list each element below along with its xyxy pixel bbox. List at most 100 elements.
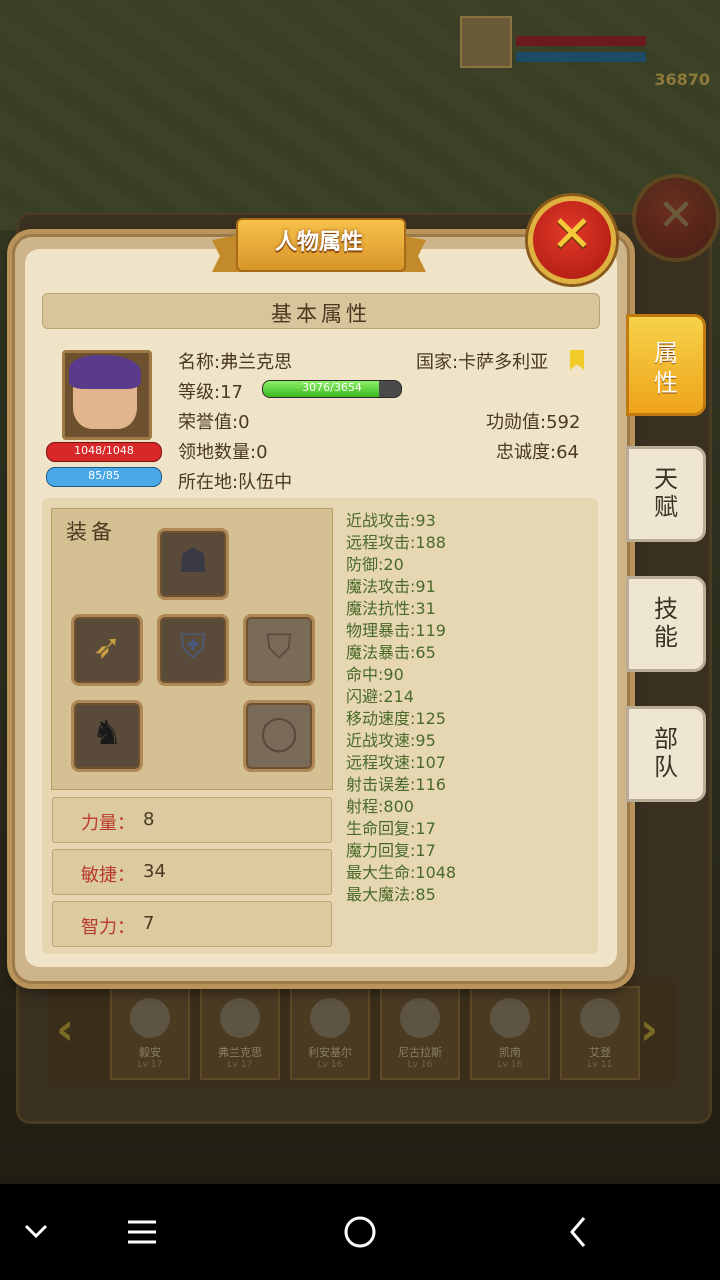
roster-name: 利安基尔 (308, 1046, 352, 1059)
attr-value: 8 (143, 809, 155, 830)
equip-slot-horse[interactable]: ♞ (71, 700, 143, 772)
mp-bar: 85/85 (46, 467, 162, 487)
stat-line: 最大魔法:85 (346, 885, 436, 904)
roster-slot[interactable]: 弗兰克思 Lv 17 (200, 986, 280, 1080)
roster-slot[interactable]: 利安基尔 Lv 16 (290, 986, 370, 1080)
tab-label-bottom: 赋 (654, 493, 678, 521)
tab-talents[interactable]: 天 赋 (626, 446, 706, 542)
tab-label-bottom: 队 (654, 753, 678, 781)
stat-line: 近战攻击:93 (346, 511, 436, 530)
stat-line: 射程:800 (346, 797, 414, 816)
stat-line: 移动速度:125 (346, 709, 446, 728)
bow-icon: ➶ (92, 627, 122, 667)
player-hp-bar (516, 36, 646, 46)
roster-level: Lv 17 (137, 1060, 163, 1070)
roster-slot[interactable]: 毅安 Lv 17 (110, 986, 190, 1080)
mp-text: 85/85 (88, 469, 120, 482)
horse-icon: ♞ (91, 713, 123, 753)
section-title: 基本属性 (271, 302, 371, 326)
close-icon: ✕ (551, 205, 593, 263)
roster-next-arrow-icon[interactable]: › (640, 1004, 658, 1055)
roster-slot[interactable]: 尼古拉斯 Lv 16 (380, 986, 460, 1080)
roster-name: 艾登 (589, 1046, 611, 1059)
nav-menu-button[interactable] (112, 1204, 172, 1260)
section-header-basic-attributes: 基本属性 (42, 293, 600, 329)
nav-home-button[interactable] (330, 1204, 390, 1260)
roster-name: 凯南 (499, 1046, 521, 1059)
stat-line: 最大生命:1048 (346, 863, 457, 882)
dialog-title: 人物属性 (274, 230, 363, 255)
nav-back-button[interactable] (548, 1204, 608, 1260)
player-mp-bar (516, 52, 646, 62)
background-close-icon: ✕ (632, 174, 720, 262)
character-portrait (62, 350, 152, 440)
equip-slot-hood[interactable]: ☗ (157, 528, 229, 600)
close-button[interactable]: ✕ (528, 196, 616, 284)
roster-level: Lv 16 (317, 1060, 343, 1070)
attr-value: 7 (143, 913, 155, 934)
equip-slot-bow[interactable]: ➶ (71, 614, 143, 686)
roster-level: Lv 11 (587, 1060, 613, 1070)
attr-row-strength: 力量： 8 (52, 797, 332, 843)
ring-icon: ◯ (259, 713, 299, 753)
roster-portrait (310, 998, 350, 1038)
roster-slot[interactable]: 凯南 Lv 16 (470, 986, 550, 1080)
attr-label: 敏捷： (81, 865, 135, 886)
tab-label-top: 技 (654, 595, 678, 623)
tab-label-top: 部 (654, 725, 678, 753)
stat-line: 射击误差:116 (346, 775, 446, 794)
roster-level: Lv 16 (497, 1060, 523, 1070)
character-honor: 荣誉值:0 (178, 412, 250, 433)
nav-collapse-button[interactable] (6, 1204, 66, 1260)
roster-prev-arrow-icon[interactable]: ‹ (56, 1004, 74, 1055)
home-circle-icon (344, 1216, 376, 1248)
hood-icon: ☗ (177, 541, 209, 581)
player-avatar (460, 16, 512, 68)
equip-slot-armor[interactable]: ⛨ (157, 614, 229, 686)
roster-portrait (220, 998, 260, 1038)
stat-line: 魔法抗性:31 (346, 599, 436, 618)
roster-name: 弗兰克思 (218, 1046, 262, 1059)
shield-icon: ⛉ (266, 627, 292, 667)
attr-label: 智力： (81, 917, 135, 938)
back-icon (570, 1217, 586, 1247)
gold-counter: 36870 (654, 70, 710, 89)
stat-line: 物理暴击:119 (346, 621, 446, 640)
dialog-title-ribbon: 人物属性 (212, 214, 426, 274)
tab-label-top: 天 (654, 465, 678, 493)
attr-label: 力量： (81, 813, 135, 834)
hp-bar: 1048/1048 (46, 442, 162, 462)
hp-text: 1048/1048 (74, 444, 134, 457)
tab-troops[interactable]: 部 队 (626, 706, 706, 802)
stat-line: 远程攻速:107 (346, 753, 446, 772)
system-navigation-bar (0, 1184, 720, 1280)
background-hud: 36870 (460, 8, 710, 89)
equip-slot-ring[interactable]: ◯ (243, 700, 315, 772)
stat-line: 命中:90 (346, 665, 404, 684)
tab-skills[interactable]: 技 能 (626, 576, 706, 672)
tab-label-bottom: 性 (654, 369, 678, 397)
portrait-hair (69, 355, 141, 389)
roster-name: 尼古拉斯 (398, 1046, 442, 1059)
xp-text: 3076/3654 (302, 381, 362, 394)
roster-portrait (580, 998, 620, 1038)
xp-bar: 3076/3654 (262, 380, 402, 398)
stat-line: 防御:20 (346, 555, 404, 574)
equipment-label: 装备 (66, 520, 116, 544)
equip-slot-shield[interactable]: ⛉ (243, 614, 315, 686)
roster-level: Lv 17 (227, 1060, 253, 1070)
character-country: 国家:卡萨多利亚 (416, 352, 549, 373)
roster-slot[interactable]: 艾登 Lv 11 (560, 986, 640, 1080)
tab-attributes[interactable]: 属 性 (626, 314, 706, 416)
character-loyalty: 忠诚度:64 (496, 442, 579, 463)
character-location: 所在地:队伍中 (178, 472, 293, 493)
chevron-down-icon (24, 1224, 48, 1239)
stat-line: 闪避:214 (346, 687, 414, 706)
tab-label-bottom: 能 (654, 623, 678, 651)
character-merit: 功勋值:592 (486, 412, 581, 433)
stats-list: 近战攻击:93 远程攻击:188 防御:20 魔法攻击:91 魔法抗性:31 物理暴击:1… (346, 507, 586, 904)
tab-label-top: 属 (654, 339, 678, 367)
roster-portrait (400, 998, 440, 1038)
roster-portrait (490, 998, 530, 1038)
stat-line: 魔法暴击:65 (346, 643, 436, 662)
